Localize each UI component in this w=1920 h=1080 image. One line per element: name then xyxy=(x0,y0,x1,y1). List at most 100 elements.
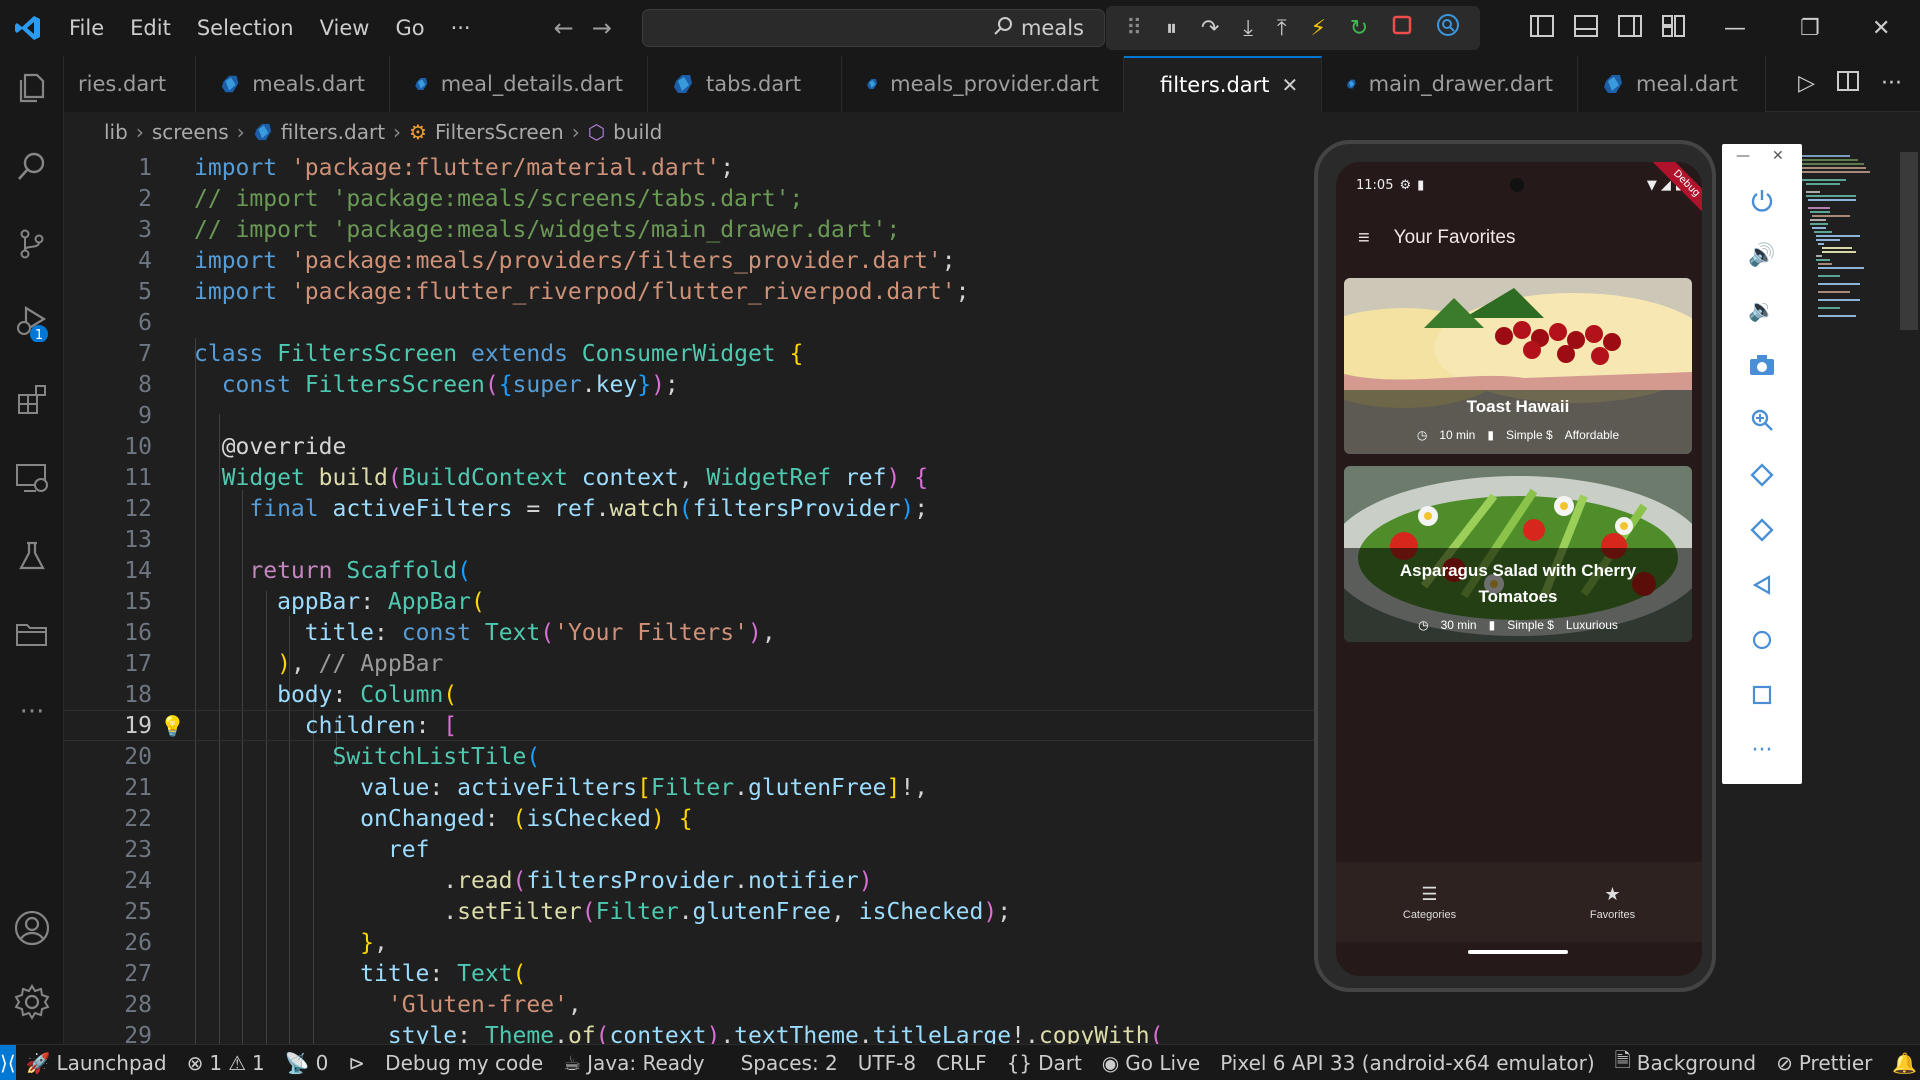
customize-layout-icon[interactable] xyxy=(1662,14,1686,42)
code-editor[interactable]: 1 import 'package:flutter/material.dart';… xyxy=(64,152,1314,1044)
editor-scrollbar[interactable] xyxy=(1898,152,1920,1044)
eol-item[interactable]: CRLF xyxy=(926,1051,997,1075)
launchpad-item[interactable]: 🚀 Launchpad xyxy=(16,1051,177,1075)
java-status-item[interactable]: ☕ Java: Ready xyxy=(553,1051,714,1075)
split-editor-icon[interactable] xyxy=(1837,70,1860,97)
code-line: 25 .setFilter(Filter.glutenFree, isCheck… xyxy=(64,896,1314,927)
minimap[interactable] xyxy=(1800,152,1900,372)
devtools-icon[interactable] xyxy=(1436,13,1460,43)
problems-item[interactable]: ⊗ 1 ⚠ 1 xyxy=(177,1051,275,1075)
extensions-icon[interactable] xyxy=(0,368,64,432)
power-icon[interactable] xyxy=(1722,180,1802,220)
emu-close-icon[interactable]: ✕ xyxy=(1772,148,1784,164)
tab-categories[interactable]: ries.dart xyxy=(64,56,196,112)
menu-go[interactable]: Go xyxy=(382,0,437,56)
overview-square-icon[interactable] xyxy=(1722,675,1802,715)
restore-icon[interactable]: ❐ xyxy=(1800,0,1820,56)
tab-meal[interactable]: meal.dart xyxy=(1578,56,1766,112)
menu-edit[interactable]: Edit xyxy=(117,0,184,56)
ports-item[interactable]: 📡 0 xyxy=(275,1051,339,1075)
phone-screen[interactable]: 11:05 ⚙ ▮ ▼ ◢ ▮ Debug ≡ Your Favorites xyxy=(1336,162,1702,976)
command-center-search[interactable]: meals xyxy=(642,9,1105,47)
forward-arrow-icon[interactable]: → xyxy=(592,14,612,42)
source-control-icon[interactable] xyxy=(0,212,64,276)
menu-selection[interactable]: Selection xyxy=(184,0,307,56)
stop-icon[interactable] xyxy=(1392,15,1412,41)
debug-profile-item[interactable]: ⊳ xyxy=(338,1051,375,1075)
more-actions-icon[interactable]: ··· xyxy=(1881,71,1902,96)
breadcrumb-screens[interactable]: screens xyxy=(152,120,229,144)
pause-icon[interactable]: ⏸ xyxy=(1166,16,1177,41)
language-mode-item[interactable]: {} Dart xyxy=(997,1051,1092,1075)
close-window-icon[interactable]: ✕ xyxy=(1872,0,1890,56)
toggle-panel-icon[interactable] xyxy=(1574,14,1598,42)
remote-indicator-icon[interactable]: ⟩⟨ xyxy=(0,1044,16,1080)
step-over-icon[interactable]: ↷ xyxy=(1201,16,1219,41)
line-number: 3 xyxy=(138,216,152,243)
activity-bar: 1 ··· xyxy=(0,56,64,1044)
scrollbar-thumb[interactable] xyxy=(1900,152,1918,330)
minimize-icon[interactable]: — xyxy=(1724,0,1746,56)
meal-complexity: Simple $ xyxy=(1507,618,1554,632)
accounts-icon[interactable] xyxy=(0,896,64,960)
toggle-secondary-sidebar-icon[interactable] xyxy=(1618,14,1642,42)
breadcrumb-file[interactable]: filters.dart xyxy=(281,120,385,144)
hot-reload-icon[interactable]: ⚡ xyxy=(1310,16,1325,41)
lightbulb-icon[interactable]: 💡 xyxy=(160,714,185,738)
nav-favorites[interactable]: ★ Favorites xyxy=(1590,884,1635,921)
breadcrumb-class[interactable]: FiltersScreen xyxy=(435,120,564,144)
notifications-bell-icon[interactable]: 🔔 xyxy=(1882,1051,1920,1075)
rotate-left-icon[interactable] xyxy=(1722,455,1802,495)
camera-icon[interactable] xyxy=(1722,345,1802,385)
prettier-item[interactable]: ⊘ Prettier xyxy=(1766,1051,1882,1075)
drag-handle-icon[interactable]: ⠿ xyxy=(1126,16,1142,41)
tab-meal-details[interactable]: meal_details.dart xyxy=(390,56,648,112)
nav-categories[interactable]: ☰ Categories xyxy=(1403,884,1456,921)
breadcrumb-method[interactable]: build xyxy=(613,120,662,144)
volume-up-icon[interactable]: 🔊 xyxy=(1722,235,1802,275)
manage-gear-icon[interactable] xyxy=(0,970,64,1034)
menu-file[interactable]: File xyxy=(56,0,117,56)
close-tab-icon[interactable]: ✕ xyxy=(1282,73,1299,97)
run-debug-icon[interactable]: 1 xyxy=(0,290,64,354)
flutter-device-item[interactable]: Pixel 6 API 33 (android-x64 emulator) xyxy=(1210,1051,1604,1075)
back-triangle-icon[interactable] xyxy=(1722,565,1802,605)
more-views-icon[interactable]: ··· xyxy=(0,680,64,744)
home-circle-icon[interactable] xyxy=(1722,620,1802,660)
encoding-item[interactable]: UTF-8 xyxy=(848,1051,926,1075)
meal-card[interactable]: Asparagus Salad with Cherry Tomatoes ◷ 30… xyxy=(1344,466,1692,642)
emu-minimize-icon[interactable]: — xyxy=(1736,148,1750,164)
indentation-item[interactable]: Spaces: 2 xyxy=(731,1051,848,1075)
rotate-right-icon[interactable] xyxy=(1722,510,1802,550)
tab-meals[interactable]: meals.dart xyxy=(196,56,390,112)
testing-icon[interactable] xyxy=(0,524,64,588)
tab-tabs[interactable]: tabs.dart xyxy=(648,56,842,112)
zoom-icon[interactable] xyxy=(1722,400,1802,440)
explorer-icon[interactable] xyxy=(0,56,64,120)
background-item[interactable]: 🗎 Background xyxy=(1605,1046,1766,1080)
hamburger-menu-icon[interactable]: ≡ xyxy=(1358,227,1370,250)
more-options-icon[interactable]: ··· xyxy=(1722,730,1802,770)
tab-filters[interactable]: filters.dart ✕ xyxy=(1124,56,1322,112)
debug-my-code-item[interactable]: Debug my code xyxy=(375,1051,553,1075)
menu-view[interactable]: View xyxy=(307,0,383,56)
volume-down-icon[interactable]: 🔉 xyxy=(1722,290,1802,330)
step-into-icon[interactable]: ⤓ xyxy=(1243,16,1253,41)
project-manager-icon[interactable] xyxy=(0,602,64,666)
layout-controls xyxy=(1530,0,1686,56)
run-file-icon[interactable]: ▷ xyxy=(1798,71,1815,96)
search-sidebar-icon[interactable] xyxy=(0,134,64,198)
back-arrow-icon[interactable]: ← xyxy=(554,14,574,42)
toggle-primary-sidebar-icon[interactable] xyxy=(1530,14,1554,42)
tab-label: main_drawer.dart xyxy=(1368,72,1553,96)
restart-icon[interactable]: ↻ xyxy=(1350,16,1368,41)
go-live-item[interactable]: ◉ Go Live xyxy=(1092,1051,1210,1075)
breadcrumb-lib[interactable]: lib xyxy=(104,120,128,144)
gesture-home-bar[interactable] xyxy=(1468,950,1568,954)
tab-meals-provider[interactable]: meals_provider.dart xyxy=(842,56,1124,112)
step-out-icon[interactable]: ⤒ xyxy=(1277,16,1287,41)
meal-card[interactable]: Toast Hawaii ◷ 10 min ▮ Simple $ Affordabl… xyxy=(1344,278,1692,454)
remote-explorer-icon[interactable] xyxy=(0,446,64,510)
tab-main-drawer[interactable]: main_drawer.dart xyxy=(1322,56,1578,112)
menu-more[interactable]: ··· xyxy=(438,0,484,56)
